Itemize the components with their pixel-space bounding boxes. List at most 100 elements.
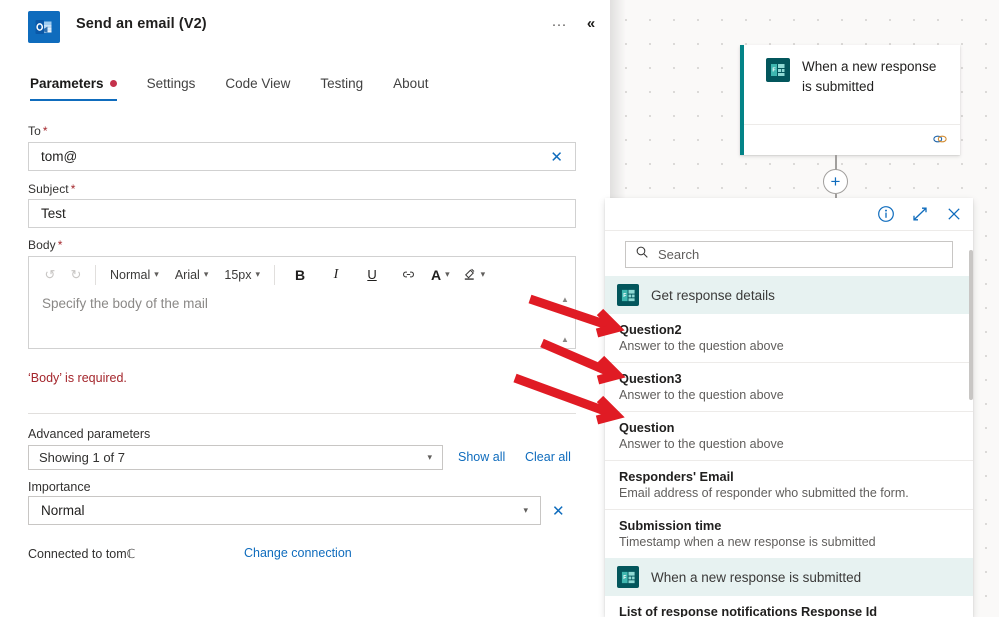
dynamic-content-group-header[interactable]: F Get response details bbox=[605, 276, 973, 314]
tab-code-view[interactable]: Code View bbox=[225, 72, 306, 101]
dynamic-content-group-header[interactable]: F When a new response is submitted bbox=[605, 558, 973, 596]
tab-parameters-label: Parameters bbox=[30, 76, 104, 91]
list-item-title: List of response notifications Response … bbox=[619, 604, 878, 617]
svg-text:F: F bbox=[623, 575, 626, 581]
font-color-letter: A bbox=[431, 266, 442, 283]
dynamic-content-list[interactable]: F Get response details Question2 Answer … bbox=[605, 276, 973, 617]
app-root: Send an email (V2) ··· « Parameters Sett… bbox=[0, 0, 999, 617]
font-family-value: Arial bbox=[174, 267, 200, 282]
list-item[interactable]: List of response notifications Response … bbox=[605, 596, 973, 617]
list-item[interactable]: Question Answer to the question above bbox=[605, 412, 973, 461]
trigger-card[interactable]: F When a new response is submitted bbox=[740, 45, 960, 155]
action-details-pane: Send an email (V2) ··· « Parameters Sett… bbox=[0, 0, 610, 617]
list-item[interactable]: Question2 Answer to the question above bbox=[605, 314, 973, 363]
chevron-down-icon: ▾ bbox=[445, 269, 450, 279]
to-label-text: To bbox=[28, 124, 41, 138]
body-rich-text-editor[interactable]: ↺ ↻ Normal ▾ Arial ▾ 15px ▾ B I U A ▾ ▾ … bbox=[28, 256, 576, 349]
font-family-dropdown[interactable]: Arial ▾ bbox=[167, 262, 217, 288]
body-placeholder-text: Specify the body of the mail bbox=[42, 296, 208, 311]
search-input[interactable]: Search bbox=[625, 241, 953, 268]
search-placeholder: Search bbox=[658, 247, 700, 262]
highlight-icon bbox=[462, 266, 477, 284]
font-size-value: 15px bbox=[224, 267, 252, 282]
importance-clear-icon[interactable]: ✕ bbox=[552, 502, 565, 520]
text-style-dropdown[interactable]: Normal ▾ bbox=[102, 262, 167, 288]
chevron-down-icon: ▾ bbox=[427, 452, 432, 462]
importance-value: Normal bbox=[41, 503, 85, 518]
list-item-title: Question3 bbox=[619, 371, 682, 386]
dynamic-content-toolbar bbox=[605, 198, 973, 231]
expand-icon[interactable] bbox=[911, 205, 929, 223]
change-connection-link[interactable]: Change connection bbox=[244, 546, 352, 560]
tab-list: Parameters Settings Code View Testing Ab… bbox=[30, 72, 458, 101]
list-item[interactable]: Question3 Answer to the question above bbox=[605, 363, 973, 412]
list-item-description: Answer to the question above bbox=[619, 388, 784, 402]
subject-label-text: Subject bbox=[28, 182, 69, 196]
pane-header: Send an email (V2) ··· « bbox=[0, 0, 610, 56]
show-all-link[interactable]: Show all bbox=[458, 450, 505, 464]
section-divider bbox=[28, 413, 576, 414]
body-label-text: Body bbox=[28, 238, 56, 252]
list-item-description: Timestamp when a new response is submitt… bbox=[619, 535, 876, 549]
to-required-mark: * bbox=[42, 124, 48, 138]
tab-about-label: About bbox=[393, 76, 429, 91]
collapse-pane-icon[interactable]: « bbox=[580, 13, 602, 35]
underline-icon[interactable]: U bbox=[359, 262, 385, 288]
subject-required-mark: * bbox=[70, 182, 76, 196]
toolbar-separator-2 bbox=[274, 264, 276, 285]
text-style-value: Normal bbox=[110, 267, 151, 282]
list-item-title: Question bbox=[619, 420, 675, 435]
tab-testing-label: Testing bbox=[320, 76, 364, 91]
panel-scrollbar-thumb[interactable] bbox=[968, 250, 973, 400]
to-field-label: To * bbox=[28, 124, 48, 138]
importance-label: Importance bbox=[28, 480, 91, 494]
list-item[interactable]: Submission time Timestamp when a new res… bbox=[605, 510, 973, 558]
outlook-icon bbox=[28, 11, 60, 43]
to-input[interactable]: tom@ ✕ bbox=[28, 142, 576, 171]
font-size-dropdown[interactable]: 15px ▾ bbox=[216, 262, 268, 288]
body-required-mark: * bbox=[57, 238, 63, 252]
chain-link-icon[interactable] bbox=[932, 132, 948, 148]
link-icon[interactable] bbox=[395, 262, 421, 288]
importance-dropdown[interactable]: Normal ▾ bbox=[28, 496, 541, 525]
subject-field-label: Subject * bbox=[28, 182, 76, 196]
to-clear-icon[interactable]: ✕ bbox=[544, 148, 563, 166]
subject-input-value: Test bbox=[41, 206, 66, 221]
list-item-description: Answer to the question above bbox=[619, 437, 784, 451]
to-input-value: tom@ bbox=[41, 149, 78, 164]
bold-icon[interactable]: B bbox=[287, 262, 313, 288]
panel-scrollbar[interactable] bbox=[968, 198, 973, 617]
tab-settings[interactable]: Settings bbox=[147, 72, 212, 101]
add-step-button[interactable]: + bbox=[823, 169, 848, 194]
highlight-color-picker[interactable]: ▾ bbox=[460, 262, 488, 288]
more-options-icon[interactable]: ··· bbox=[548, 14, 570, 36]
chevron-down-icon: ▾ bbox=[203, 269, 209, 279]
body-scroll-down-icon[interactable]: ▲ bbox=[559, 335, 571, 347]
font-color-picker[interactable]: A ▾ bbox=[429, 262, 452, 288]
undo-icon[interactable]: ↺ bbox=[37, 262, 63, 288]
tab-testing[interactable]: Testing bbox=[320, 72, 379, 101]
microsoft-forms-icon: F bbox=[617, 566, 639, 588]
subject-input[interactable]: Test bbox=[28, 199, 576, 228]
close-icon[interactable] bbox=[945, 205, 963, 223]
chevron-down-icon: ▾ bbox=[480, 269, 486, 279]
italic-icon[interactable]: I bbox=[323, 262, 349, 288]
advanced-parameters-value: Showing 1 of 7 bbox=[39, 450, 126, 465]
redo-icon[interactable]: ↻ bbox=[63, 262, 89, 288]
list-item-title: Question2 bbox=[619, 322, 682, 337]
body-scroll-up-icon[interactable]: ▲ bbox=[559, 295, 571, 307]
body-validation-error: ‘Body’ is required. bbox=[28, 371, 127, 385]
tab-parameters[interactable]: Parameters bbox=[30, 72, 133, 101]
trigger-card-title: When a new response is submitted bbox=[802, 59, 937, 94]
microsoft-forms-icon: F bbox=[617, 284, 639, 306]
group-label: When a new response is submitted bbox=[651, 569, 862, 585]
info-icon[interactable] bbox=[877, 205, 895, 223]
list-item[interactable]: Responders' Email Email address of respo… bbox=[605, 461, 973, 510]
advanced-parameters-dropdown[interactable]: Showing 1 of 7 ▾ bbox=[28, 445, 443, 470]
clear-all-link[interactable]: Clear all bbox=[525, 450, 571, 464]
body-editor-toolbar: ↺ ↻ Normal ▾ Arial ▾ 15px ▾ B I U A ▾ ▾ bbox=[29, 257, 575, 292]
tab-settings-label: Settings bbox=[146, 76, 196, 91]
list-item-title: Submission time bbox=[619, 518, 722, 533]
connection-status-text: Connected to tomℂ bbox=[28, 547, 136, 561]
tab-about[interactable]: About bbox=[393, 72, 444, 101]
